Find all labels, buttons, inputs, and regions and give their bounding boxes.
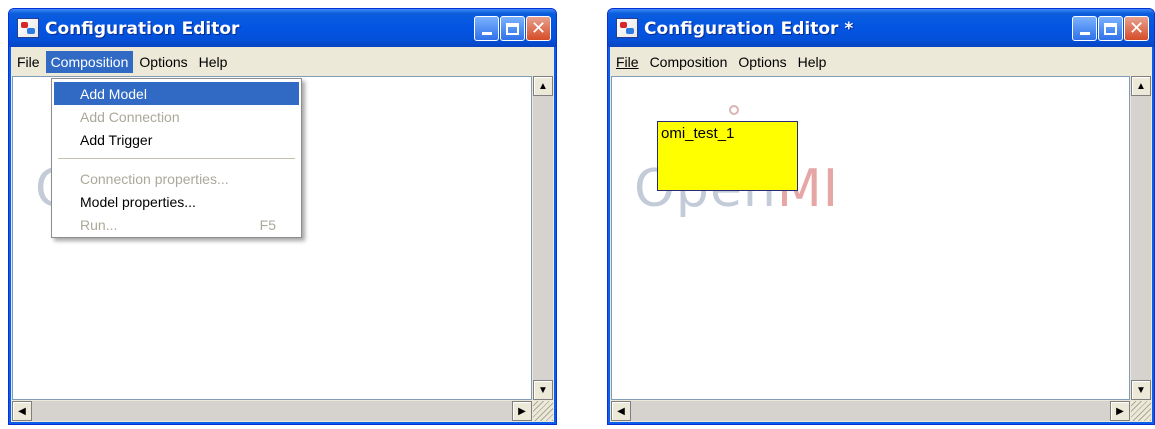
scroll-right-button[interactable]: ▶: [512, 401, 532, 421]
vertical-scrollbar[interactable]: ▲ ▼: [1131, 76, 1151, 400]
menu-item-label: Model properties...: [80, 193, 196, 210]
menu-composition[interactable]: Composition: [645, 51, 733, 73]
scroll-up-button[interactable]: ▲: [533, 76, 553, 96]
menu-help[interactable]: Help: [793, 51, 832, 73]
minimize-icon: [1079, 32, 1090, 35]
menu-item-add-connection: Add Connection: [54, 105, 299, 128]
minimize-icon: [481, 32, 492, 35]
menu-item-label: Run...: [80, 216, 118, 233]
arrow-right-icon: ▶: [518, 405, 526, 417]
config-editor-window-right: Configuration Editor * ✕ File Compositio…: [607, 8, 1155, 425]
scroll-up-button[interactable]: ▲: [1131, 76, 1151, 96]
model-node[interactable]: omi_test_1: [657, 121, 798, 191]
arrow-left-icon: ◀: [617, 405, 625, 417]
horizontal-scroll-track[interactable]: [32, 401, 512, 421]
title-bar[interactable]: Configuration Editor ✕: [9, 9, 556, 47]
menu-options[interactable]: Options: [733, 51, 791, 73]
menu-bar: File Composition Options Help: [12, 49, 553, 74]
vertical-scroll-track[interactable]: [533, 96, 553, 380]
scroll-down-button[interactable]: ▼: [1131, 380, 1151, 400]
config-editor-app-icon[interactable]: [17, 18, 39, 38]
vertical-scrollbar[interactable]: ▲ ▼: [533, 76, 553, 400]
menu-item-label: Add Connection: [80, 108, 180, 125]
menu-item-label: Add Model: [80, 85, 147, 102]
scroll-right-button[interactable]: ▶: [1110, 401, 1130, 421]
cursor-marker: [729, 105, 739, 115]
menu-file[interactable]: File: [12, 51, 45, 73]
maximize-icon: [1104, 22, 1117, 35]
resize-grip[interactable]: [533, 401, 553, 421]
minimize-button[interactable]: [474, 16, 499, 41]
resize-grip[interactable]: [1131, 401, 1151, 421]
horizontal-scrollbar[interactable]: ◀ ▶: [12, 401, 532, 421]
window-title: Configuration Editor: [45, 19, 240, 39]
menu-options[interactable]: Options: [134, 51, 192, 73]
menu-item-add-trigger[interactable]: Add Trigger: [54, 128, 299, 151]
maximize-button[interactable]: [1098, 16, 1123, 41]
maximize-button[interactable]: [500, 16, 525, 41]
arrow-up-icon: ▲: [1136, 80, 1146, 92]
maximize-icon: [506, 22, 519, 35]
menu-item-label: Connection properties...: [80, 170, 229, 187]
arrow-up-icon: ▲: [538, 80, 548, 92]
vertical-scroll-track[interactable]: [1131, 96, 1151, 380]
arrow-down-icon: ▼: [538, 384, 548, 396]
close-button[interactable]: ✕: [526, 16, 551, 41]
menu-item-label: Add Trigger: [80, 131, 153, 148]
arrow-down-icon: ▼: [1136, 384, 1146, 396]
scroll-left-button[interactable]: ◀: [12, 401, 32, 421]
menu-help[interactable]: Help: [194, 51, 233, 73]
menu-file[interactable]: File: [611, 51, 644, 73]
menu-item-connection-properties: Connection properties...: [54, 167, 299, 190]
menu-item-run: Run... F5: [54, 213, 299, 236]
menu-item-add-model[interactable]: Add Model: [54, 82, 299, 105]
arrow-right-icon: ▶: [1116, 405, 1124, 417]
horizontal-scroll-track[interactable]: [631, 401, 1110, 421]
menu-bar: File Composition Options Help: [611, 49, 1151, 74]
title-bar[interactable]: Configuration Editor * ✕: [608, 9, 1154, 47]
horizontal-scrollbar[interactable]: ◀ ▶: [611, 401, 1130, 421]
composition-canvas[interactable]: OpenMI omi_test_1: [611, 76, 1130, 400]
config-editor-app-icon[interactable]: [616, 18, 638, 38]
arrow-left-icon: ◀: [18, 405, 26, 417]
scroll-down-button[interactable]: ▼: [533, 380, 553, 400]
close-icon: ✕: [1128, 17, 1145, 39]
scroll-left-button[interactable]: ◀: [611, 401, 631, 421]
minimize-button[interactable]: [1072, 16, 1097, 41]
menu-composition[interactable]: Composition: [45, 50, 134, 73]
composition-dropdown-menu: Add Model Add Connection Add Trigger Con…: [51, 78, 302, 238]
close-button[interactable]: ✕: [1124, 16, 1149, 41]
menu-separator: [58, 158, 295, 159]
menu-item-shortcut: F5: [259, 216, 276, 233]
model-label: omi_test_1: [661, 125, 735, 142]
menu-item-model-properties[interactable]: Model properties...: [54, 190, 299, 213]
window-title: Configuration Editor *: [644, 19, 854, 39]
close-icon: ✕: [530, 17, 547, 39]
